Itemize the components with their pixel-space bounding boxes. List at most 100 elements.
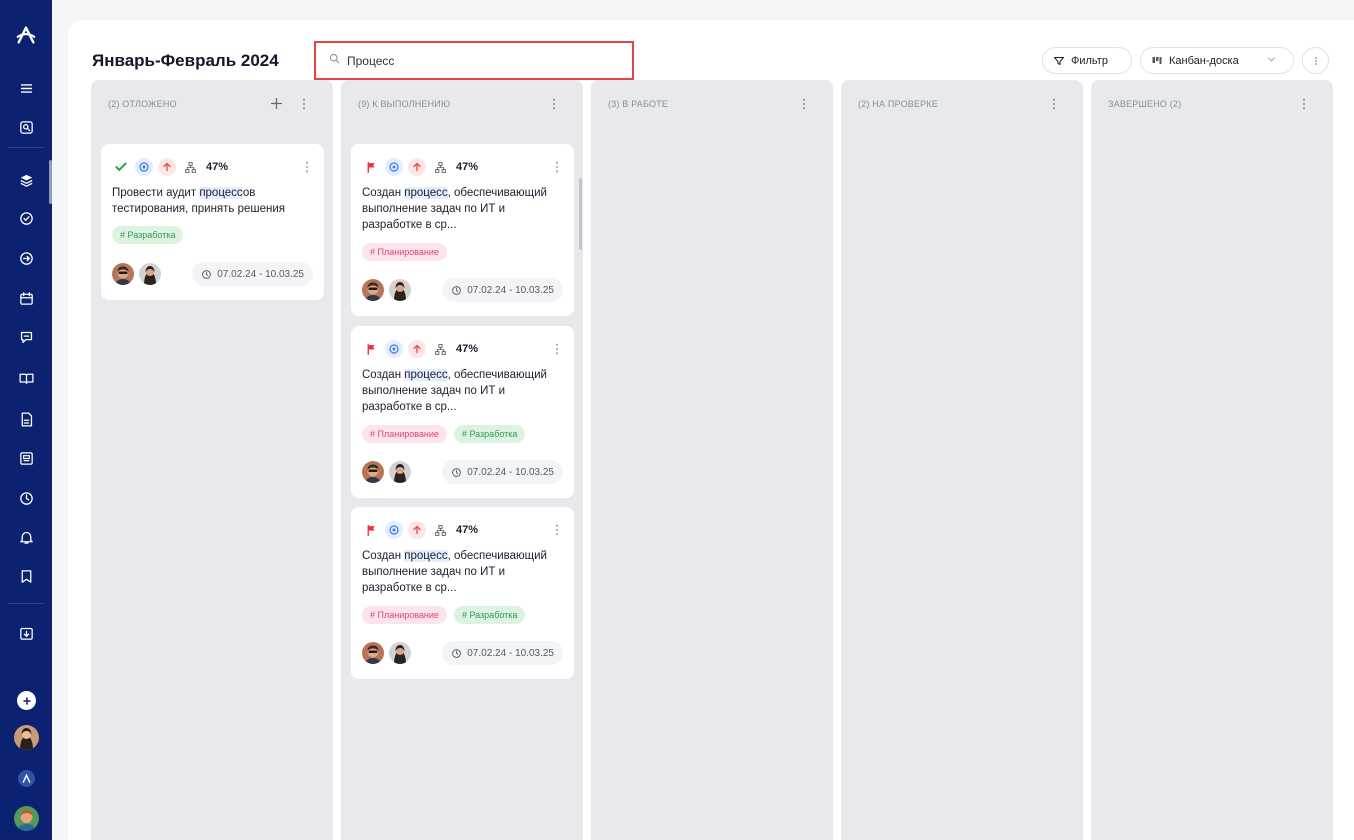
page-title: Январь-Февраль 2024 [92,51,279,70]
tag-planning[interactable]: # Планирование [362,425,447,443]
column-menu-button[interactable] [549,97,559,111]
news-icon[interactable] [0,445,52,471]
date-range: 07.02.24 - 10.03.25 [442,278,563,302]
search-doc-icon[interactable] [0,114,52,140]
sidebar [0,0,52,840]
column-todo: (9) К ВЫПОЛНЕНИЮ 47% Создан процесс, обе… [341,80,583,840]
more-options-button[interactable] [1302,47,1329,74]
clock-icon [452,285,462,295]
priority-up-icon [408,158,426,176]
flag-icon [362,340,380,358]
progress-percent: 47% [456,343,479,355]
card-menu-button[interactable] [552,160,562,174]
hierarchy-icon [431,340,449,358]
column-menu-button[interactable] [1299,97,1309,111]
progress-percent: 47% [456,524,479,536]
column-scrollbar[interactable] [579,178,582,250]
tag-development[interactable]: # Разработка [112,226,184,244]
column-in-progress: (3) В РАБОТЕ [591,80,833,840]
more-vertical-icon [1052,98,1056,110]
clock-icon [452,648,462,658]
add-card-button[interactable] [268,95,284,111]
menu-icon[interactable] [0,75,52,101]
filter-label: Фильтр [1071,54,1108,67]
assignee-avatar[interactable] [139,263,161,285]
book-icon[interactable] [0,365,52,391]
more-vertical-icon [552,98,556,110]
card-title: Создан процесс, обеспечивающий выполнени… [362,369,547,413]
more-vertical-icon [555,161,559,173]
card-menu-button[interactable] [302,160,312,174]
chevron-down-icon [1266,54,1283,68]
clock-icon [452,467,462,477]
card-menu-button[interactable] [552,342,562,356]
tag-development[interactable]: # Разработка [453,606,526,624]
clock-icon[interactable] [0,485,52,511]
view-select[interactable]: Канбан-доска [1140,47,1294,74]
filter-button[interactable]: Фильтр [1042,47,1132,74]
task-card[interactable]: 47% Создан процесс, обеспечивающий выпол… [351,144,574,316]
arrow-circle-icon[interactable] [0,245,52,271]
workspace-logo-icon[interactable] [18,770,35,787]
search-input[interactable] [347,53,627,68]
clock-icon [202,269,212,279]
sidebar-divider [8,147,44,148]
more-vertical-icon [1314,56,1317,65]
tag-development[interactable]: # Разработка [453,425,526,443]
bell-icon[interactable] [0,524,52,550]
assignee-avatar[interactable] [362,461,384,483]
add-icon[interactable] [17,691,36,710]
layers-icon[interactable] [0,167,52,193]
date-range: 07.02.24 - 10.03.25 [192,262,313,286]
search-highlight: процесс [404,550,448,562]
assignee-avatar[interactable] [389,279,411,301]
more-vertical-icon [302,98,306,110]
document-icon[interactable] [0,406,52,432]
assignee-avatar[interactable] [389,642,411,664]
search-highlight: процесс [404,369,448,381]
assignee-avatar[interactable] [112,263,134,285]
column-menu-button[interactable] [299,97,309,111]
priority-up-icon [408,340,426,358]
hierarchy-icon [431,158,449,176]
calendar-icon[interactable] [0,285,52,311]
card-title: Создан процесс, обеспечивающий выполнени… [362,187,547,231]
status-circle-icon [385,340,403,358]
assignee-avatar[interactable] [362,279,384,301]
task-card[interactable]: 47% Провести аудит процессов тестировани… [101,144,324,300]
card-title: Провести аудит процессов тестирования, п… [112,187,286,215]
priority-up-icon [408,521,426,539]
profile-avatar[interactable] [14,806,39,831]
check-circle-icon[interactable] [0,205,52,231]
check-icon [112,158,130,176]
assignee-avatar[interactable] [389,461,411,483]
column-menu-button[interactable] [799,97,809,111]
status-circle-icon [385,521,403,539]
search-highlight: процесс [404,187,448,199]
more-vertical-icon [555,524,559,536]
column-done: ЗАВЕРШЕНО (2) [1091,80,1333,840]
column-review: (2) НА ПРОВЕРКЕ [841,80,1083,840]
tag-planning[interactable]: # Планирование [362,606,447,624]
download-folder-icon[interactable] [0,620,52,646]
chat-icon[interactable] [0,324,52,350]
column-title: (2) ОТЛОЖЕНО [108,99,177,109]
card-title: Создан процесс, обеспечивающий выполнени… [362,550,547,594]
more-vertical-icon [305,161,309,173]
progress-percent: 47% [206,161,229,173]
column-title: (3) В РАБОТЕ [608,99,669,109]
app-logo-icon[interactable] [0,22,52,48]
bookmark-icon[interactable] [0,563,52,589]
card-menu-button[interactable] [552,523,562,537]
assignee-avatar[interactable] [362,642,384,664]
kanban-icon [1152,56,1162,64]
plus-icon [270,97,282,109]
search-box[interactable] [314,41,634,80]
date-range: 07.02.24 - 10.03.25 [442,460,563,484]
user-avatar[interactable] [14,725,39,750]
column-menu-button[interactable] [1049,97,1059,111]
tag-planning[interactable]: # Планирование [362,243,447,261]
task-card[interactable]: 47% Создан процесс, обеспечивающий выпол… [351,326,574,498]
status-circle-icon [135,158,153,176]
task-card[interactable]: 47% Создан процесс, обеспечивающий выпол… [351,507,574,679]
